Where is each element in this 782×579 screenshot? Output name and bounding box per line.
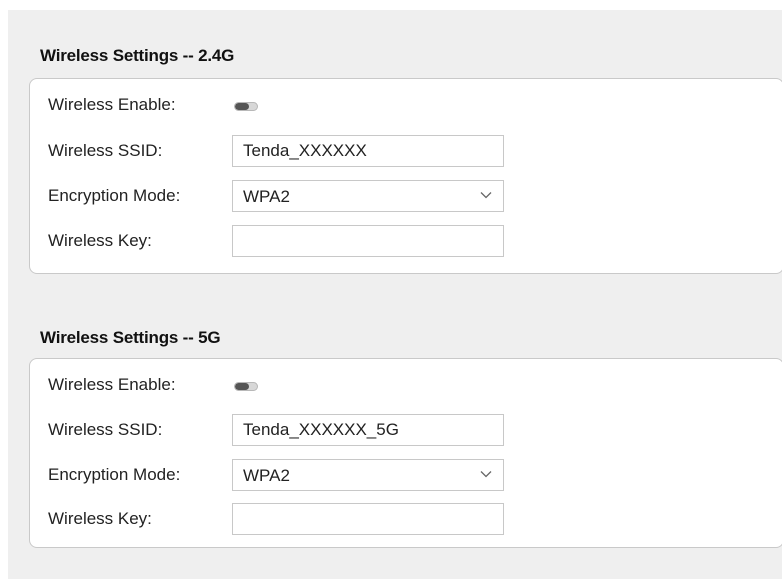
section-title-5g: Wireless Settings -- 5G — [40, 328, 221, 347]
wireless-key-label: Wireless Key: — [48, 231, 152, 250]
wireless-ssid-label: Wireless SSID: — [48, 420, 163, 439]
wireless-enable-toggle-2-4g[interactable] — [234, 102, 258, 111]
wireless-card-2-4g: Wireless Enable: Wireless SSID: Encrypti… — [29, 78, 782, 274]
row-wireless-ssid-5g: Wireless SSID: — [30, 414, 782, 448]
encryption-mode-value: WPA2 — [243, 187, 290, 206]
wireless-key-label: Wireless Key: — [48, 509, 152, 528]
encryption-mode-label: Encryption Mode: — [48, 465, 181, 484]
wireless-card-5g: Wireless Enable: Wireless SSID: Encrypti… — [29, 358, 782, 548]
toggle-switch-icon — [235, 383, 249, 390]
wireless-ssid-input-5g[interactable] — [232, 414, 504, 446]
section-title-2-4g: Wireless Settings -- 2.4G — [40, 46, 235, 65]
wireless-enable-label: Wireless Enable: — [48, 95, 176, 114]
row-wireless-enable-5g: Wireless Enable: — [30, 369, 782, 403]
wireless-key-input-2-4g[interactable] — [232, 225, 504, 257]
chevron-down-icon — [480, 192, 492, 199]
row-encryption-mode-2-4g: Encryption Mode: WPA2 — [30, 180, 782, 214]
settings-panel: Wireless Settings -- 2.4G Wireless Enabl… — [8, 10, 782, 579]
toggle-switch-icon — [235, 103, 249, 110]
encryption-mode-select-5g[interactable]: WPA2 — [232, 459, 504, 491]
chevron-down-icon — [480, 471, 492, 478]
row-wireless-key-5g: Wireless Key: — [30, 503, 782, 537]
row-wireless-key-2-4g: Wireless Key: — [30, 225, 782, 259]
row-wireless-ssid-2-4g: Wireless SSID: — [30, 135, 782, 169]
encryption-mode-value: WPA2 — [243, 466, 290, 485]
wireless-ssid-input-2-4g[interactable] — [232, 135, 504, 167]
wireless-enable-label: Wireless Enable: — [48, 375, 176, 394]
wireless-key-input-5g[interactable] — [232, 503, 504, 535]
wireless-ssid-label: Wireless SSID: — [48, 141, 163, 160]
row-encryption-mode-5g: Encryption Mode: WPA2 — [30, 459, 782, 493]
wireless-enable-toggle-5g[interactable] — [234, 382, 258, 391]
row-wireless-enable-2-4g: Wireless Enable: — [30, 89, 782, 123]
encryption-mode-select-2-4g[interactable]: WPA2 — [232, 180, 504, 212]
encryption-mode-label: Encryption Mode: — [48, 186, 181, 205]
